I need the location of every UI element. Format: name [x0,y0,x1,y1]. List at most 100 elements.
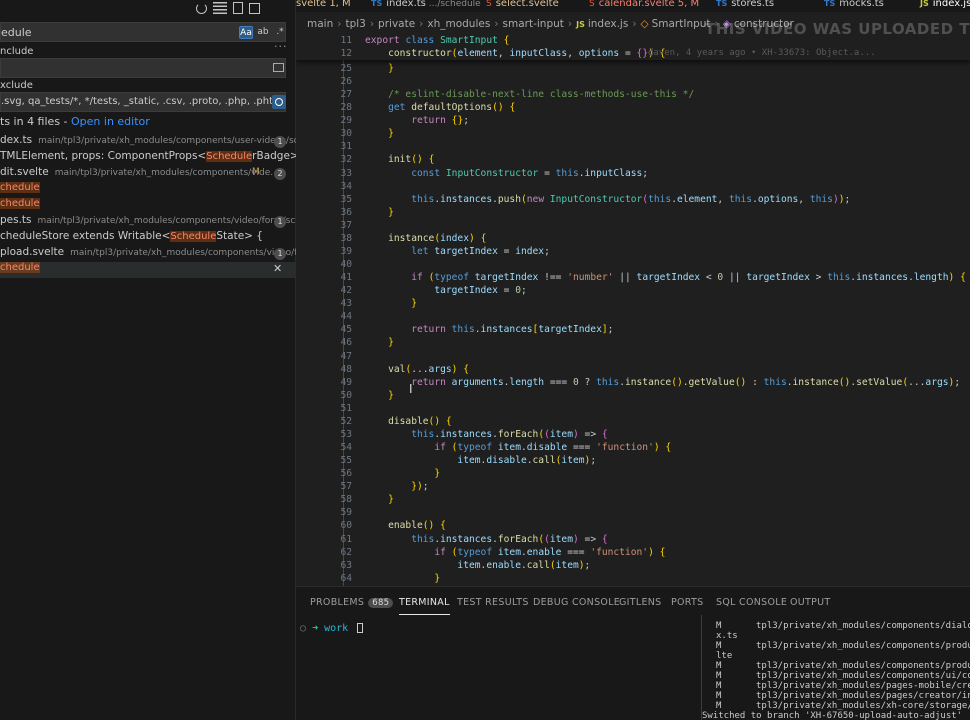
open-editors-only-icon[interactable] [273,63,284,72]
collapse-all-icon[interactable] [249,2,260,14]
files-to-exclude-input[interactable]: .svg, qa_tests/*, */tests, _static, .csv… [0,92,286,112]
breadcrumb-item[interactable]: main [307,18,333,30]
panel-tab-test-results[interactable]: TEST RESULTS [457,597,529,608]
panel-tab-sql-console[interactable]: SQL CONSOLE [716,597,787,608]
code-line[interactable]: 59 [296,506,970,519]
code-line[interactable]: 64 } [296,572,970,585]
code-line[interactable]: 38 instance(index) { [296,232,970,245]
breadcrumb-item[interactable]: tpl3 [345,18,365,30]
code-text: } [388,389,394,401]
editor-tab[interactable]: TS index.ts .../schedule [371,0,481,12]
line-number: 28 [340,102,352,114]
whole-word-toggle[interactable]: ab [256,26,270,39]
code-line[interactable]: 44 [296,310,970,323]
code-line[interactable]: 25 } [296,62,970,75]
code-line[interactable]: 52 disable() { [296,415,970,428]
code-line[interactable]: 39 let targetIndex = index; [296,245,970,258]
code-line[interactable]: 29 return {}; [296,114,970,127]
code-editor[interactable]: 11 export class SmartInput {12 constructo… [296,34,970,586]
result-file-row[interactable]: pes.ts main/tpl3/private/xh_modules/compo… [0,214,296,230]
code-line[interactable]: 37 [296,219,970,232]
code-line[interactable]: 41 if (typeof targetIndex !== 'number' |… [296,271,970,284]
terminal-prompt[interactable]: ○ ➜ work [300,623,364,634]
exclude-value[interactable]: .svg, qa_tests/*, */tests, _static, .csv… [1,96,286,107]
new-search-editor-icon[interactable] [233,2,243,14]
code-line[interactable]: 32 init() { [296,153,970,166]
panel-tab-problems[interactable]: PROBLEMS 685 [310,597,394,608]
code-line[interactable]: 35 this.instances.push(new InputConstruc… [296,193,970,206]
panel-tab-output[interactable]: OUTPUT [790,597,831,608]
panel-tab-ports[interactable]: PORTS [671,597,703,608]
code-line[interactable]: 26 [296,75,970,88]
panel-tab-gitlens[interactable]: GITLENS [619,597,662,608]
code-line[interactable]: 27 /* eslint-disable-next-line class-met… [296,88,970,101]
files-to-include-input[interactable] [0,58,286,78]
code-line[interactable]: 54 if (typeof item.disable === 'function… [296,441,970,454]
result-file-path: main/tpl3/private/xh_modules/components/… [38,136,296,146]
panel-tab-debug-console[interactable]: DEBUG CONSOLE [533,597,620,608]
code-line[interactable]: 61 this.instances.forEach((item) => { [296,533,970,546]
code-line[interactable]: 31 [296,140,970,153]
editor-tab[interactable]: svelte 1, M [296,0,351,12]
clear-results-icon[interactable] [213,2,227,14]
breadcrumb-item[interactable]: xh_modules [427,18,490,30]
git-status: M [716,691,722,701]
code-line[interactable]: 36 } [296,206,970,219]
code-line[interactable]: 63 item.enable.call(item); [296,559,970,572]
result-match-row[interactable]: TMLElement, props: ComponentProps<Schedu… [0,150,296,166]
breadcrumb-item[interactable]: smart-input [503,18,564,30]
code-text: if (typeof item.disable === 'function') … [434,442,672,454]
result-match-row[interactable]: cheduleStore extends Writable<ScheduleSt… [0,230,296,246]
code-line[interactable]: 46 } [296,336,970,349]
breadcrumb-class[interactable]: SmartInput [652,18,711,30]
editor-tab[interactable]: Sselect.svelte [486,0,559,12]
code-line[interactable]: 43 } [296,297,970,310]
result-match-row[interactable]: chedule [0,182,296,198]
refresh-icon[interactable] [196,2,207,14]
editor-tab[interactable]: TS mocks.ts [824,0,884,12]
breadcrumb-item[interactable]: private [378,18,415,30]
code-line[interactable]: 51 [296,402,970,415]
code-line[interactable]: 42 targetIndex = 0; [296,284,970,297]
code-line[interactable]: 48 val(...args) { [296,363,970,376]
code-line[interactable]: 11 export class SmartInput { [296,34,970,47]
editor-tab[interactable]: JS index.js [920,0,970,12]
search-query[interactable]: edule [1,26,32,39]
code-line[interactable]: 45 return this.instances[targetIndex]; [296,323,970,336]
code-line[interactable]: 57 }); [296,480,970,493]
code-line[interactable]: 53 this.instances.forEach((item) => { [296,428,970,441]
sticky-scroll[interactable]: 11 export class SmartInput {12 constructo… [296,34,970,60]
breadcrumb-file[interactable]: index.js [588,18,628,30]
code-line[interactable]: 56 } [296,467,970,480]
code-line[interactable]: 55 item.disable.call(item); [296,454,970,467]
code-line[interactable]: 49 return arguments.length === 0 ? this.… [296,376,970,389]
terminal-split-output[interactable]: Mtpl3/private/xh_modules/components/dial… [701,615,970,720]
line-number: 62 [340,546,352,558]
result-file-row[interactable]: pload.svelte main/tpl3/private/xh_modules… [0,246,296,262]
code-line[interactable]: 50 } [296,389,970,402]
dismiss-result-icon[interactable]: ✕ [273,262,282,275]
code-line[interactable]: 58 } [296,493,970,506]
editor-tab[interactable]: TS stores.ts [716,0,774,12]
code-line[interactable]: 28 get defaultOptions() { [296,101,970,114]
use-exclude-settings-icon[interactable] [272,95,286,109]
search-input[interactable]: edule Aa ab .* [0,22,286,42]
code-line[interactable]: 34 [296,180,970,193]
code-line[interactable]: 47 [296,350,970,363]
code-line[interactable]: 62 if (typeof item.enable === 'function'… [296,546,970,559]
match-case-toggle[interactable]: Aa [239,26,253,39]
code-line[interactable]: 60 enable() { [296,519,970,532]
result-match-row[interactable]: chedule [0,198,296,214]
panel-tab-terminal[interactable]: TERMINAL [399,597,450,615]
more-options-icon[interactable]: ··· [274,40,288,53]
open-in-editor-link[interactable]: Open in editor [71,115,150,128]
regex-toggle[interactable]: .* [273,26,287,39]
code-line[interactable]: 40 [296,258,970,271]
code-line[interactable]: 12 constructor(element, inputClass, opti… [296,47,970,60]
code-line[interactable]: 30 } [296,127,970,140]
editor-tab[interactable]: Scalendar.svelte 5, M [589,0,699,12]
result-file-row[interactable]: dit.svelte main/tpl3/private/xh_modules/c… [0,166,296,182]
result-match-row[interactable]: chedule ✕ [0,262,296,278]
result-file-row[interactable]: dex.ts main/tpl3/private/xh_modules/compo… [0,134,296,150]
code-line[interactable]: 33 const InputConstructor = this.inputCl… [296,167,970,180]
